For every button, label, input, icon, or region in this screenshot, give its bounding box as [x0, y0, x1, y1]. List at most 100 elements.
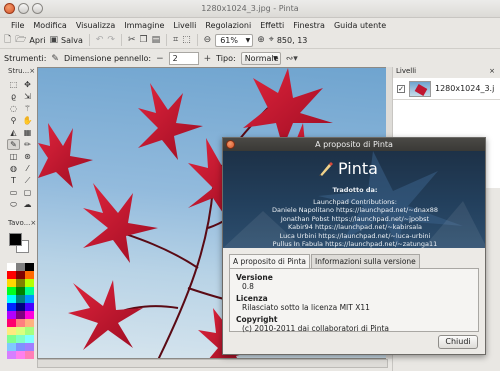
palette-swatch[interactable]	[16, 319, 25, 327]
palette-swatch[interactable]	[7, 343, 16, 351]
cut-button[interactable]: ✂	[128, 35, 136, 45]
open-button[interactable]: 🗁 Apri	[15, 35, 45, 45]
palette-swatch[interactable]	[16, 343, 25, 351]
scissors-icon: ✂	[127, 35, 136, 45]
freeform-shape-icon[interactable]: ☁	[21, 199, 34, 210]
save-button[interactable]: ▣ Salva	[49, 35, 82, 45]
rectangle-tool-icon[interactable]: ▭	[7, 187, 20, 198]
zoom-tool-icon[interactable]: ⚲	[7, 115, 20, 126]
zoom-in-button[interactable]: ⊕	[257, 35, 265, 45]
toolbar-separator	[120, 34, 122, 46]
palette-swatch[interactable]	[25, 351, 34, 359]
paste-button[interactable]: ▤	[152, 35, 161, 45]
layer-row[interactable]: ✓ 1280x1024_3.j	[393, 78, 500, 100]
palette-swatch[interactable]	[25, 271, 34, 279]
eraser-icon[interactable]: ◫	[7, 151, 20, 162]
redo-button[interactable]: ↷	[107, 35, 115, 45]
ellipse-tool-icon[interactable]: ⬭	[7, 199, 20, 210]
rectangle-select-icon[interactable]: ⬚	[7, 79, 20, 90]
deselect-button[interactable]: ⬚	[182, 35, 191, 45]
palette-swatch[interactable]	[16, 351, 25, 359]
text-tool-icon[interactable]: T	[7, 175, 20, 186]
ellipse-select-icon[interactable]: ◌	[7, 103, 20, 114]
antialiasing-icon[interactable]: ∾▾	[286, 54, 298, 64]
palette-swatch[interactable]	[16, 287, 25, 295]
type-select[interactable]: Normale ▼	[240, 52, 281, 65]
palette-swatch[interactable]	[16, 279, 25, 287]
primary-color-swatch[interactable]	[9, 233, 22, 246]
palette-swatch[interactable]	[25, 263, 34, 271]
recolor-icon[interactable]: ◍	[7, 163, 20, 174]
palette-swatch[interactable]	[7, 327, 16, 335]
menu-effects[interactable]: Effetti	[260, 21, 284, 30]
palette-swatch[interactable]	[25, 295, 34, 303]
canvas-horizontal-scrollbar[interactable]	[37, 359, 388, 368]
palette-swatch[interactable]	[25, 311, 34, 319]
move-selected-icon[interactable]: ⇲	[21, 91, 34, 102]
paintbrush-tool-icon[interactable]: ✎	[7, 139, 20, 150]
palette-swatch[interactable]	[16, 295, 25, 303]
palette-swatch[interactable]	[7, 279, 16, 287]
palette-swatch[interactable]	[16, 263, 25, 271]
pan-tool-icon[interactable]: ✋	[21, 115, 34, 126]
palette-swatch[interactable]	[7, 335, 16, 343]
zoom-out-button[interactable]: ⊖	[204, 35, 212, 45]
palette-swatch[interactable]	[7, 319, 16, 327]
close-button[interactable]: Chiudi	[438, 335, 478, 349]
palette-swatch[interactable]	[25, 279, 34, 287]
menu-file[interactable]: File	[11, 21, 24, 30]
menu-help[interactable]: Guida utente	[334, 21, 386, 30]
palette-swatch[interactable]	[25, 319, 34, 327]
menu-edit[interactable]: Modifica	[33, 21, 66, 30]
palette-swatch[interactable]	[7, 351, 16, 359]
decrease-icon[interactable]: −	[156, 54, 164, 64]
clone-stamp-icon[interactable]: ⊛	[21, 151, 34, 162]
palette-swatch[interactable]	[16, 303, 25, 311]
zoom-combo[interactable]: 61% ▼	[215, 33, 254, 47]
paint-bucket-icon[interactable]: ◭	[7, 127, 20, 138]
gradient-icon[interactable]: ▦	[21, 127, 34, 138]
palette-swatch[interactable]	[7, 287, 16, 295]
dialog-close-icon[interactable]	[226, 140, 235, 149]
palette-swatch[interactable]	[7, 303, 16, 311]
magic-wand-icon[interactable]: ⚚	[21, 103, 34, 114]
rounded-rectangle-icon[interactable]: ▢	[21, 187, 34, 198]
line-tool-icon[interactable]: ⟋	[21, 175, 34, 186]
palette-swatch[interactable]	[25, 327, 34, 335]
palette-swatch[interactable]	[25, 287, 34, 295]
brush-width-input[interactable]: 2	[168, 52, 199, 65]
close-icon[interactable]: ×	[30, 219, 36, 229]
palette-swatch[interactable]	[7, 295, 16, 303]
menu-view[interactable]: Visualizza	[76, 21, 115, 30]
zoom-value: 61%	[220, 35, 238, 45]
palette-swatch[interactable]	[16, 327, 25, 335]
palette-swatch[interactable]	[25, 343, 34, 351]
palette-swatch[interactable]	[7, 263, 16, 271]
layer-visibility-checkbox[interactable]: ✓	[397, 84, 405, 93]
palette-swatch[interactable]	[16, 311, 25, 319]
palette-panel: Tavo... ×	[7, 219, 36, 369]
crop-button[interactable]: ⌗	[173, 35, 178, 45]
increase-icon[interactable]: +	[204, 54, 212, 64]
menu-layers[interactable]: Livelli	[173, 21, 196, 30]
copy-button[interactable]: ❐	[139, 35, 147, 45]
pencil-icon[interactable]: ✏	[21, 139, 34, 150]
menu-image[interactable]: Immagine	[124, 21, 164, 30]
palette-swatch[interactable]	[16, 335, 25, 343]
menu-window[interactable]: Finestra	[293, 21, 325, 30]
palette-swatch[interactable]	[25, 303, 34, 311]
palette-swatch[interactable]	[7, 271, 16, 279]
palette-swatch[interactable]	[16, 271, 25, 279]
palette-swatch[interactable]	[7, 311, 16, 319]
tab-version-info[interactable]: Informazioni sulla versione	[311, 254, 420, 268]
close-icon[interactable]: ×	[489, 67, 495, 78]
menu-adjustments[interactable]: Regolazioni	[205, 21, 251, 30]
color-picker-icon[interactable]: ⁄	[21, 163, 34, 174]
tab-about[interactable]: A proposito di Pinta	[229, 254, 310, 268]
new-button[interactable]: 🗋	[4, 35, 11, 45]
close-icon[interactable]: ×	[29, 67, 35, 77]
palette-swatch[interactable]	[25, 335, 34, 343]
undo-button[interactable]: ↶	[96, 35, 104, 45]
lasso-select-icon[interactable]: ϱ	[7, 91, 20, 102]
move-selection-icon[interactable]: ✥	[21, 79, 34, 90]
